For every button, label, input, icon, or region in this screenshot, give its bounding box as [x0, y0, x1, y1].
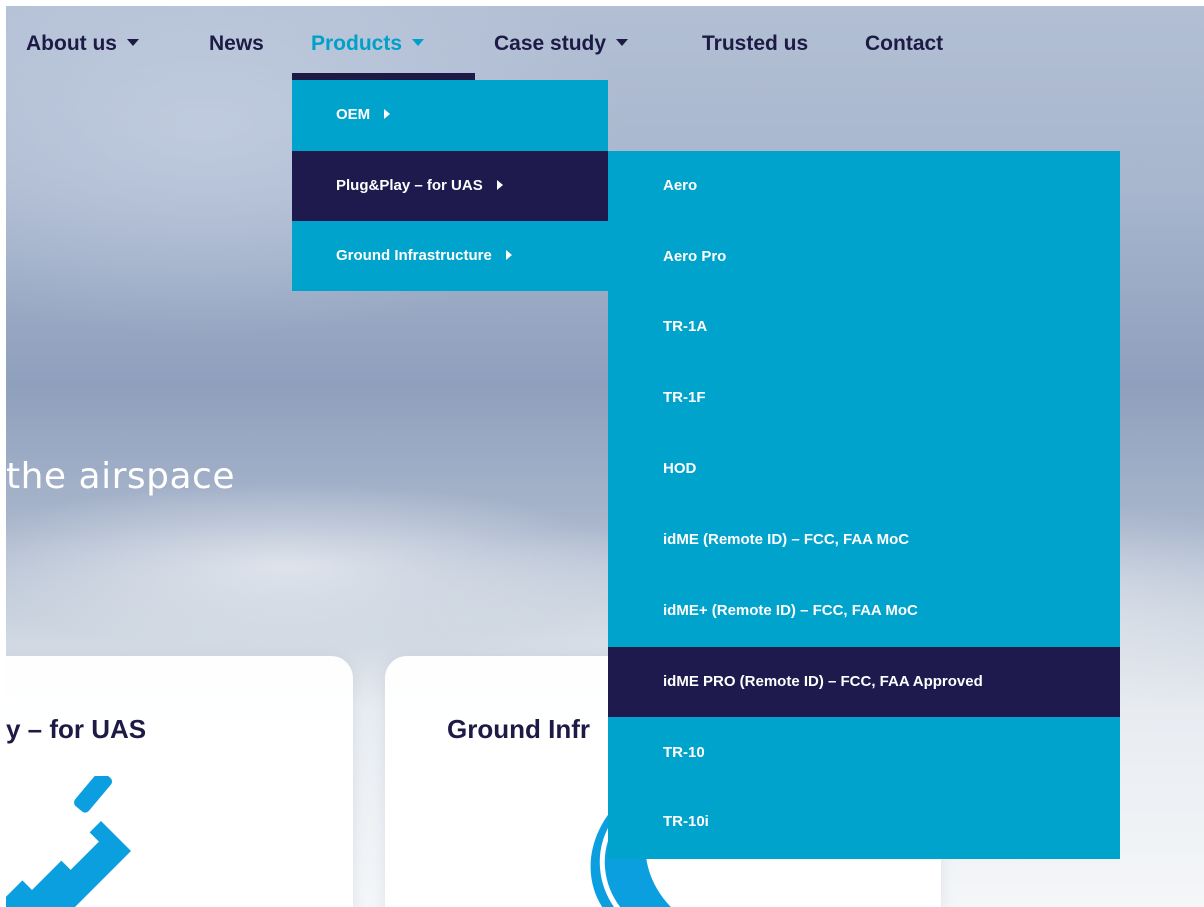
submenu-item-label: idME PRO (Remote ID) – FCC, FAA Approved	[663, 673, 983, 690]
page-frame: About us News Products Case study Truste…	[6, 6, 1204, 907]
nav-contact-label: Contact	[865, 32, 944, 55]
submenu-item-tr-1f[interactable]: TR-1F	[608, 363, 1120, 433]
caret-down-icon	[616, 38, 629, 46]
nav-trusted-us-label: Trusted us	[702, 32, 809, 55]
submenu-item-label: TR-1F	[663, 389, 706, 406]
caret-right-icon	[505, 250, 512, 261]
card-title: Ground Infr	[447, 714, 590, 744]
caret-down-icon	[412, 38, 425, 46]
submenu-item-label: HOD	[663, 460, 697, 477]
submenu-item-tr-10i[interactable]: TR-10i	[608, 787, 1120, 857]
hero-headline: the airspace	[6, 456, 235, 497]
nav-contact[interactable]: Contact	[865, 32, 943, 56]
nav-case-study-label: Case study	[494, 32, 607, 55]
caret-right-icon	[384, 109, 391, 120]
submenu-item-idme[interactable]: idME (Remote ID) – FCC, FAA MoC	[608, 505, 1120, 575]
submenu-item-label: idME (Remote ID) – FCC, FAA MoC	[663, 531, 910, 548]
nav-about-us-label: About us	[26, 32, 117, 55]
menu-item-label: Plug&Play – for UAS	[336, 177, 483, 194]
submenu-item-aero-pro[interactable]: Aero Pro	[608, 222, 1120, 292]
submenu-item-label: Aero Pro	[663, 248, 727, 265]
submenu-item-label: Aero	[663, 177, 698, 194]
nav-products[interactable]: Products	[311, 32, 425, 56]
submenu-item-label: idME+ (Remote ID) – FCC, FAA MoC	[663, 602, 918, 619]
nav-about-us[interactable]: About us	[26, 32, 139, 56]
submenu-item-tr-1a[interactable]: TR-1A	[608, 292, 1120, 362]
nav-case-study[interactable]: Case study	[494, 32, 629, 56]
nav-news[interactable]: News	[209, 32, 264, 56]
submenu-item-label: TR-10	[663, 744, 705, 761]
menu-item-label: Ground Infrastructure	[336, 247, 492, 264]
menu-item-label: OEM	[336, 106, 371, 123]
submenu-item-label: TR-1A	[663, 318, 708, 335]
top-nav: About us News Products Case study Truste…	[6, 6, 1204, 78]
products-dropdown: OEM Plug&Play – for UAS Ground Infrastru…	[292, 80, 608, 292]
caret-right-icon	[496, 180, 503, 191]
caret-down-icon	[126, 38, 139, 46]
menu-item-plugplay[interactable]: Plug&Play – for UAS	[292, 151, 608, 221]
submenu-item-label: TR-10i	[663, 813, 709, 830]
submenu-item-hod[interactable]: HOD	[608, 434, 1120, 504]
submenu-item-idme-pro[interactable]: idME PRO (Remote ID) – FCC, FAA Approved	[608, 647, 1120, 717]
menu-item-oem[interactable]: OEM	[292, 80, 608, 151]
nav-active-indicator	[292, 73, 475, 80]
card-title: y – for UAS	[6, 714, 147, 744]
submenu-item-tr-10[interactable]: TR-10	[608, 718, 1120, 788]
product-card-plugplay[interactable]: y – for UAS	[6, 656, 353, 907]
submenu-item-aero[interactable]: Aero	[608, 151, 1120, 221]
nav-trusted-us[interactable]: Trusted us	[702, 32, 808, 56]
nav-news-label: News	[209, 32, 264, 55]
submenu-item-idme-plus[interactable]: idME+ (Remote ID) – FCC, FAA MoC	[608, 576, 1120, 646]
plugplay-submenu: Aero Aero Pro TR-1A TR-1F HOD idME (Remo…	[608, 151, 1120, 859]
nav-products-label: Products	[311, 32, 403, 55]
plug-icon	[6, 776, 131, 907]
menu-item-ground-infrastructure[interactable]: Ground Infrastructure	[292, 221, 608, 291]
